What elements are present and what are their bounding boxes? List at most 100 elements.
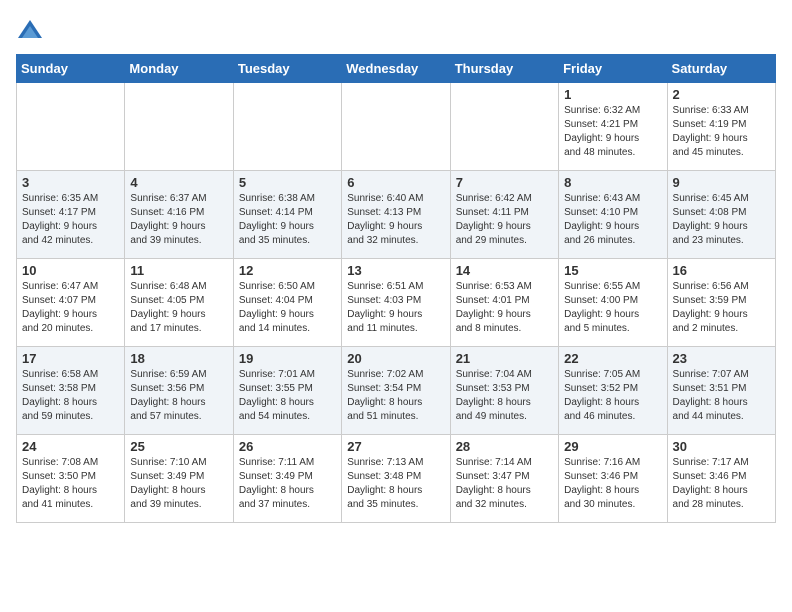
calendar-cell	[342, 83, 450, 171]
day-number: 12	[239, 263, 336, 278]
cell-info: Sunrise: 6:50 AM Sunset: 4:04 PM Dayligh…	[239, 280, 336, 336]
day-number: 30	[673, 439, 770, 454]
calendar-cell	[125, 83, 233, 171]
weekday-header-wednesday: Wednesday	[342, 55, 450, 83]
calendar-cell	[233, 83, 341, 171]
day-number: 25	[130, 439, 227, 454]
calendar-cell: 27Sunrise: 7:13 AM Sunset: 3:48 PM Dayli…	[342, 435, 450, 523]
calendar-cell: 13 Sunrise: 6:51 AM Sunset: 4:03 PM Dayli…	[342, 259, 450, 347]
cell-info: Sunrise: 6:53 AM Sunset: 4:01 PM Dayligh…	[456, 280, 553, 336]
cell-info: Sunrise: 6:55 AM Sunset: 4:00 PM Dayligh…	[564, 280, 661, 336]
calendar-cell: 20 Sunrise: 7:02 AM Sunset: 3:54 PM Dayli…	[342, 347, 450, 435]
weekday-header-row: SundayMondayTuesdayWednesdayThursdayFrid…	[17, 55, 776, 83]
cell-info: Sunrise: 7:04 AM Sunset: 3:53 PM Dayligh…	[456, 368, 553, 424]
calendar-cell: 18 Sunrise: 6:59 AM Sunset: 3:56 PM Dayli…	[125, 347, 233, 435]
cell-info: Sunrise: 6:51 AM Sunset: 4:03 PM Dayligh…	[347, 280, 444, 336]
cell-info: Sunrise: 7:16 AM Sunset: 3:46 PM Dayligh…	[564, 456, 661, 512]
day-number: 13	[347, 263, 444, 278]
calendar-cell: 11 Sunrise: 6:48 AM Sunset: 4:05 PM Dayli…	[125, 259, 233, 347]
calendar-cell: 15 Sunrise: 6:55 AM Sunset: 4:00 PM Dayli…	[559, 259, 667, 347]
cell-info: Sunrise: 6:38 AM Sunset: 4:14 PM Dayligh…	[239, 192, 336, 248]
weekday-header-tuesday: Tuesday	[233, 55, 341, 83]
day-number: 11	[130, 263, 227, 278]
calendar-cell: 26 Sunrise: 7:11 AM Sunset: 3:49 PM Dayli…	[233, 435, 341, 523]
cell-info: Sunrise: 7:07 AM Sunset: 3:51 PM Dayligh…	[673, 368, 770, 424]
day-number: 5	[239, 175, 336, 190]
day-number: 4	[130, 175, 227, 190]
calendar-cell: 25 Sunrise: 7:10 AM Sunset: 3:49 PM Dayli…	[125, 435, 233, 523]
day-number: 6	[347, 175, 444, 190]
calendar-cell: 7Sunrise: 6:42 AM Sunset: 4:11 PM Daylig…	[450, 171, 558, 259]
calendar-cell: 29 Sunrise: 7:16 AM Sunset: 3:46 PM Dayli…	[559, 435, 667, 523]
day-number: 26	[239, 439, 336, 454]
week-row-2: 3 Sunrise: 6:35 AM Sunset: 4:17 PM Daylig…	[17, 171, 776, 259]
day-number: 22	[564, 351, 661, 366]
cell-info: Sunrise: 6:35 AM Sunset: 4:17 PM Dayligh…	[22, 192, 119, 248]
day-number: 2	[673, 87, 770, 102]
cell-info: Sunrise: 7:05 AM Sunset: 3:52 PM Dayligh…	[564, 368, 661, 424]
cell-info: Sunrise: 6:47 AM Sunset: 4:07 PM Dayligh…	[22, 280, 119, 336]
day-number: 8	[564, 175, 661, 190]
calendar-cell: 14 Sunrise: 6:53 AM Sunset: 4:01 PM Dayli…	[450, 259, 558, 347]
calendar-cell: 5 Sunrise: 6:38 AM Sunset: 4:14 PM Daylig…	[233, 171, 341, 259]
calendar-cell: 8 Sunrise: 6:43 AM Sunset: 4:10 PM Daylig…	[559, 171, 667, 259]
calendar-cell: 23 Sunrise: 7:07 AM Sunset: 3:51 PM Dayli…	[667, 347, 775, 435]
page-header	[16, 16, 776, 44]
cell-info: Sunrise: 6:40 AM Sunset: 4:13 PM Dayligh…	[347, 192, 444, 248]
cell-info: Sunrise: 6:42 AM Sunset: 4:11 PM Dayligh…	[456, 192, 553, 248]
logo	[16, 16, 48, 44]
day-number: 23	[673, 351, 770, 366]
day-number: 19	[239, 351, 336, 366]
cell-info: Sunrise: 6:59 AM Sunset: 3:56 PM Dayligh…	[130, 368, 227, 424]
calendar-cell	[17, 83, 125, 171]
calendar-cell	[450, 83, 558, 171]
cell-info: Sunrise: 6:32 AM Sunset: 4:21 PM Dayligh…	[564, 104, 661, 160]
week-row-3: 10 Sunrise: 6:47 AM Sunset: 4:07 PM Dayli…	[17, 259, 776, 347]
calendar-cell: 4 Sunrise: 6:37 AM Sunset: 4:16 PM Daylig…	[125, 171, 233, 259]
day-number: 9	[673, 175, 770, 190]
calendar-cell: 9Sunrise: 6:45 AM Sunset: 4:08 PM Daylig…	[667, 171, 775, 259]
week-row-4: 17 Sunrise: 6:58 AM Sunset: 3:58 PM Dayli…	[17, 347, 776, 435]
weekday-header-friday: Friday	[559, 55, 667, 83]
calendar-cell: 12 Sunrise: 6:50 AM Sunset: 4:04 PM Dayli…	[233, 259, 341, 347]
calendar-cell: 28 Sunrise: 7:14 AM Sunset: 3:47 PM Dayli…	[450, 435, 558, 523]
calendar-cell: 21Sunrise: 7:04 AM Sunset: 3:53 PM Dayli…	[450, 347, 558, 435]
calendar-cell: 19Sunrise: 7:01 AM Sunset: 3:55 PM Dayli…	[233, 347, 341, 435]
cell-info: Sunrise: 7:08 AM Sunset: 3:50 PM Dayligh…	[22, 456, 119, 512]
cell-info: Sunrise: 6:58 AM Sunset: 3:58 PM Dayligh…	[22, 368, 119, 424]
cell-info: Sunrise: 6:48 AM Sunset: 4:05 PM Dayligh…	[130, 280, 227, 336]
weekday-header-sunday: Sunday	[17, 55, 125, 83]
day-number: 14	[456, 263, 553, 278]
week-row-5: 24Sunrise: 7:08 AM Sunset: 3:50 PM Dayli…	[17, 435, 776, 523]
week-row-1: 1 Sunrise: 6:32 AM Sunset: 4:21 PM Daylig…	[17, 83, 776, 171]
calendar-table: SundayMondayTuesdayWednesdayThursdayFrid…	[16, 54, 776, 523]
day-number: 3	[22, 175, 119, 190]
day-number: 28	[456, 439, 553, 454]
cell-info: Sunrise: 7:14 AM Sunset: 3:47 PM Dayligh…	[456, 456, 553, 512]
cell-info: Sunrise: 7:17 AM Sunset: 3:46 PM Dayligh…	[673, 456, 770, 512]
cell-info: Sunrise: 7:02 AM Sunset: 3:54 PM Dayligh…	[347, 368, 444, 424]
day-number: 15	[564, 263, 661, 278]
cell-info: Sunrise: 6:43 AM Sunset: 4:10 PM Dayligh…	[564, 192, 661, 248]
day-number: 17	[22, 351, 119, 366]
calendar-cell: 3 Sunrise: 6:35 AM Sunset: 4:17 PM Daylig…	[17, 171, 125, 259]
logo-icon	[16, 16, 44, 44]
day-number: 29	[564, 439, 661, 454]
day-number: 1	[564, 87, 661, 102]
day-number: 16	[673, 263, 770, 278]
weekday-header-monday: Monday	[125, 55, 233, 83]
weekday-header-thursday: Thursday	[450, 55, 558, 83]
calendar-cell: 1 Sunrise: 6:32 AM Sunset: 4:21 PM Daylig…	[559, 83, 667, 171]
cell-info: Sunrise: 7:10 AM Sunset: 3:49 PM Dayligh…	[130, 456, 227, 512]
day-number: 18	[130, 351, 227, 366]
cell-info: Sunrise: 7:11 AM Sunset: 3:49 PM Dayligh…	[239, 456, 336, 512]
calendar-cell: 22 Sunrise: 7:05 AM Sunset: 3:52 PM Dayli…	[559, 347, 667, 435]
calendar-cell: 6 Sunrise: 6:40 AM Sunset: 4:13 PM Daylig…	[342, 171, 450, 259]
day-number: 10	[22, 263, 119, 278]
calendar-cell: 17 Sunrise: 6:58 AM Sunset: 3:58 PM Dayli…	[17, 347, 125, 435]
cell-info: Sunrise: 6:37 AM Sunset: 4:16 PM Dayligh…	[130, 192, 227, 248]
day-number: 20	[347, 351, 444, 366]
weekday-header-saturday: Saturday	[667, 55, 775, 83]
calendar-cell: 30 Sunrise: 7:17 AM Sunset: 3:46 PM Dayli…	[667, 435, 775, 523]
calendar-cell: 10 Sunrise: 6:47 AM Sunset: 4:07 PM Dayli…	[17, 259, 125, 347]
